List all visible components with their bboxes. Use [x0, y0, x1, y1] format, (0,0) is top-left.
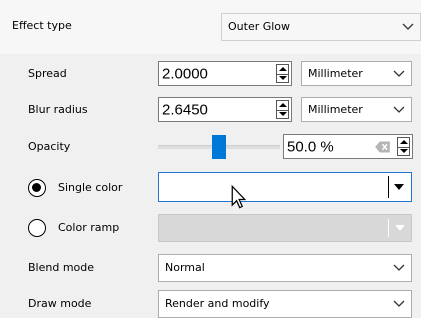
blur-radius-label: Blur radius: [28, 103, 88, 116]
color-swatch: [161, 175, 387, 199]
draw-mode-label: Draw mode: [28, 297, 92, 310]
blur-radius-spin-buttons[interactable]: [276, 100, 289, 119]
blur-radius-spinbox[interactable]: 2.6450: [158, 97, 292, 122]
spin-down-icon[interactable]: [277, 74, 288, 83]
single-color-label[interactable]: Single color: [58, 181, 122, 195]
opacity-slider[interactable]: [158, 133, 280, 161]
chevron-down-icon: [393, 70, 405, 77]
spread-label: Spread: [28, 67, 67, 80]
blend-mode-value: Normal: [165, 261, 205, 274]
spread-spin-buttons[interactable]: [276, 64, 289, 83]
spin-down-icon[interactable]: [277, 110, 288, 119]
spread-value: 2.0000: [162, 65, 208, 82]
chevron-down-icon: [393, 264, 405, 271]
opacity-slider-thumb[interactable]: [212, 135, 226, 159]
opacity-spinbox[interactable]: 50.0 %: [283, 134, 413, 159]
blend-mode-label: Blend mode: [28, 261, 95, 274]
spin-down-icon[interactable]: [398, 147, 409, 156]
spread-unit-value: Millimeter: [308, 66, 363, 80]
blur-radius-unit-combo[interactable]: Millimeter: [301, 97, 412, 122]
mouse-cursor-icon: [231, 185, 246, 209]
blend-mode-combo[interactable]: Normal: [158, 254, 412, 282]
color-ramp-dropdown[interactable]: [158, 214, 412, 242]
chevron-down-icon: [393, 300, 405, 307]
opacity-spin-buttons[interactable]: [397, 137, 410, 156]
color-ramp-radio[interactable]: [28, 219, 46, 237]
draw-mode-value: Render and modify: [165, 297, 270, 310]
spread-unit-combo[interactable]: Millimeter: [301, 61, 412, 86]
blur-radius-unit-value: Millimeter: [308, 102, 363, 116]
radio-selected-dot: [32, 183, 41, 192]
blur-radius-value: 2.6450: [162, 101, 208, 118]
chevron-down-icon: [402, 23, 414, 30]
effect-type-value: Outer Glow: [228, 20, 291, 33]
single-color-radio[interactable]: [28, 179, 46, 197]
effect-type-combo[interactable]: Outer Glow: [221, 13, 421, 41]
spread-spinbox[interactable]: 2.0000: [158, 61, 292, 86]
effect-type-label: Effect type: [12, 19, 72, 32]
dropdown-arrow-icon[interactable]: [389, 173, 411, 201]
dropdown-arrow-icon[interactable]: [389, 215, 411, 241]
opacity-value: 50.0 %: [287, 138, 334, 155]
color-ramp-label[interactable]: Color ramp: [58, 221, 119, 235]
chevron-down-icon: [393, 106, 405, 113]
single-color-dropdown[interactable]: [158, 172, 412, 202]
opacity-label: Opacity: [28, 140, 71, 153]
clear-icon[interactable]: [375, 141, 390, 152]
